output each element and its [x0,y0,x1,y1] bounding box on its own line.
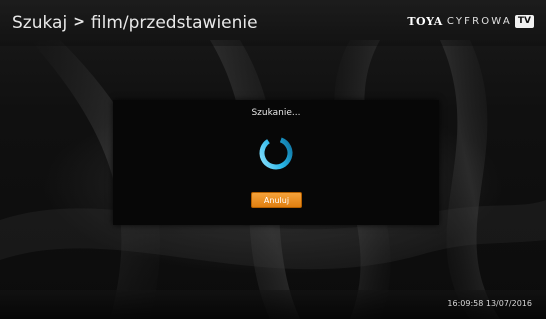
dialog-title: Szukanie... [251,108,301,118]
date-time: 16:09:58 13/07/2016 [447,299,532,308]
breadcrumb-current: film/przedstawienie [90,13,258,33]
search-progress-dialog: Szukanie... Anuluj [113,100,439,225]
loading-spinner-icon [259,136,293,170]
logo-brand: TOYA [407,14,443,28]
logo-product: CYFROWA [446,15,512,27]
bottom-bar: 16:09:58 13/07/2016 [0,290,546,319]
tv-screen: Szukaj > film/przedstawienie TOYA CYFROW… [0,0,546,319]
breadcrumb-separator: > [73,14,85,30]
toya-cyfrowa-tv-logo: TOYA CYFROWA TV [407,11,534,31]
breadcrumb: Szukaj > film/przedstawienie [12,10,258,36]
cancel-button[interactable]: Anuluj [251,192,302,208]
logo-tv-badge: TV [514,14,534,28]
top-bar: Szukaj > film/przedstawienie TOYA CYFROW… [0,0,546,46]
breadcrumb-root[interactable]: Szukaj [12,13,67,33]
